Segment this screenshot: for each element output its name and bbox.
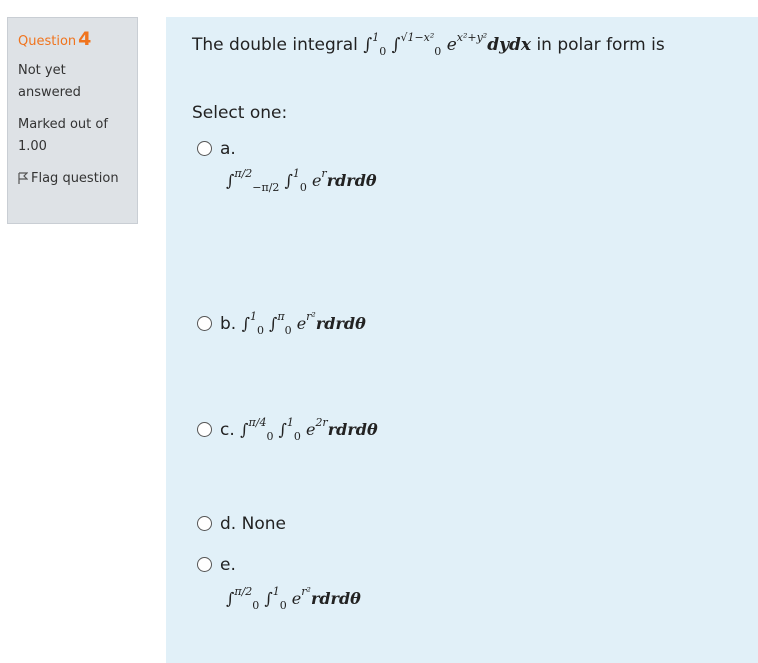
question-integral: ∫10 ∫√1−x²0 ex²+y²dydx bbox=[363, 31, 532, 58]
question-text-before: The double integral bbox=[192, 35, 358, 55]
flag-icon bbox=[18, 172, 29, 184]
option-e-formula: ∫π/20 ∫10 er²rdrdθ bbox=[226, 585, 361, 612]
state-line-1: Not yet bbox=[18, 63, 66, 78]
state-line-2: answered bbox=[18, 85, 81, 100]
option-a-letter: a. bbox=[220, 139, 236, 159]
question-number-value: 4 bbox=[78, 28, 92, 50]
option-d-letter: d. bbox=[220, 514, 237, 534]
option-d-radio[interactable] bbox=[197, 516, 212, 531]
question-number: Question 4 bbox=[18, 28, 137, 50]
flag-question-link[interactable]: Flag question bbox=[18, 168, 137, 190]
option-c-letter: c. bbox=[220, 420, 235, 440]
grade-line-2: 1.00 bbox=[18, 139, 47, 154]
option-b[interactable]: b. ∫10 ∫π0 er²rdrdθ bbox=[197, 310, 366, 337]
question-state: Not yet answered bbox=[18, 60, 137, 104]
question-label: Question bbox=[18, 34, 77, 49]
option-e-radio[interactable] bbox=[197, 557, 212, 572]
option-e-letter: e. bbox=[220, 555, 236, 575]
select-one-prompt: Select one: bbox=[192, 103, 288, 123]
option-a-formula: ∫π/2−π/2 ∫10 errdrdθ bbox=[226, 167, 377, 194]
option-b-radio[interactable] bbox=[197, 316, 212, 331]
question-text-after: in polar form is bbox=[536, 35, 665, 55]
option-b-formula: ∫10 ∫π0 er²rdrdθ bbox=[241, 310, 366, 337]
option-e[interactable]: e. bbox=[197, 555, 236, 575]
question-content: The double integral ∫10 ∫√1−x²0 ex²+y²dy… bbox=[166, 17, 758, 663]
option-d-text: None bbox=[241, 514, 286, 534]
question-info-panel: Question 4 Not yet answered Marked out of… bbox=[7, 17, 138, 224]
option-c[interactable]: c. ∫π/40 ∫10 e2rrdrdθ bbox=[197, 416, 378, 443]
option-d[interactable]: d. None bbox=[197, 514, 286, 534]
option-b-letter: b. bbox=[220, 314, 237, 334]
question-text: The double integral ∫10 ∫√1−x²0 ex²+y²dy… bbox=[192, 31, 665, 58]
option-a-radio[interactable] bbox=[197, 141, 212, 156]
flag-label: Flag question bbox=[31, 171, 119, 186]
option-c-formula: ∫π/40 ∫10 e2rrdrdθ bbox=[240, 416, 378, 443]
grade-line-1: Marked out of bbox=[18, 117, 108, 132]
option-c-radio[interactable] bbox=[197, 422, 212, 437]
option-a[interactable]: a. bbox=[197, 139, 236, 159]
question-grade: Marked out of 1.00 bbox=[18, 114, 137, 158]
